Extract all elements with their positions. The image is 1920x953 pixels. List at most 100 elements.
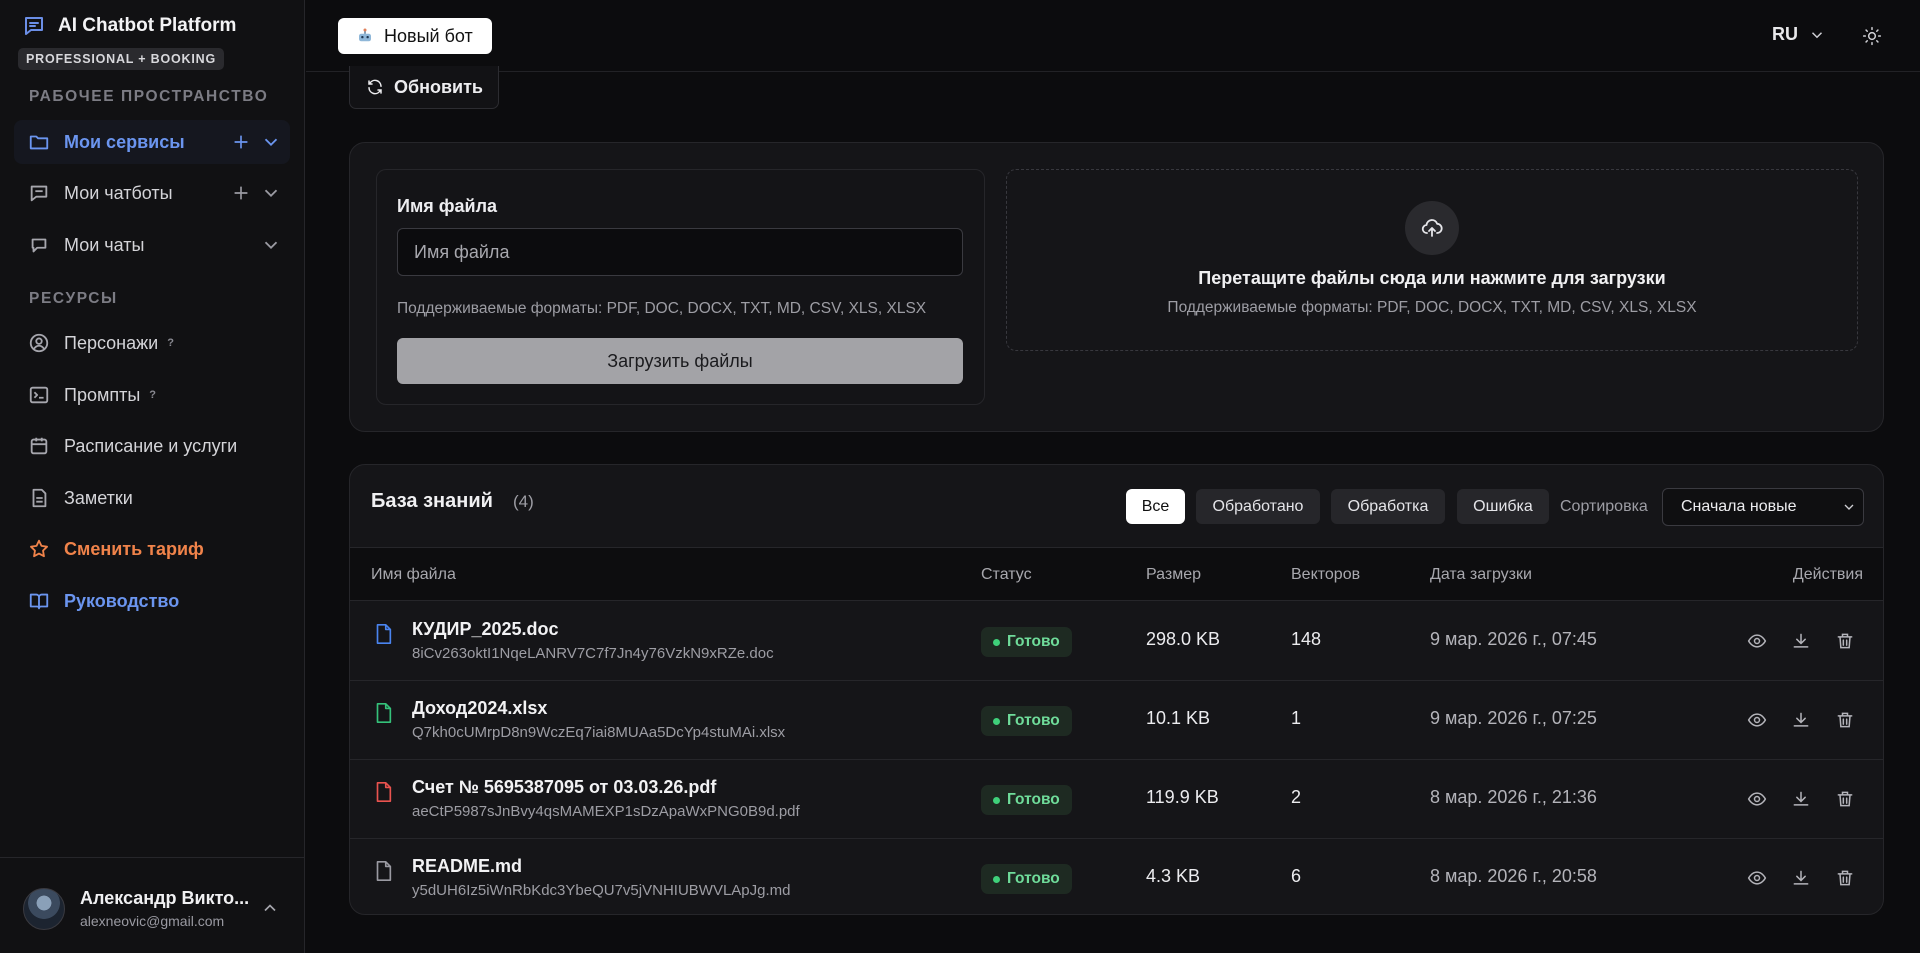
trash-icon[interactable]: [1835, 789, 1855, 809]
filter-processing[interactable]: Обработка: [1331, 489, 1445, 524]
note-icon: [28, 487, 50, 509]
status-dot-icon: [993, 717, 1000, 725]
plus-icon[interactable]: [230, 182, 252, 204]
download-icon[interactable]: [1791, 710, 1811, 730]
chevron-down-icon[interactable]: [260, 234, 282, 256]
sun-icon[interactable]: [1862, 26, 1882, 46]
file-icon: [372, 701, 394, 725]
sidebar-item-my-chats[interactable]: Мои чаты: [14, 223, 290, 267]
sidebar-item-schedule[interactable]: Расписание и услуги: [14, 424, 290, 468]
help-icon[interactable]: ?: [167, 337, 174, 349]
file-name[interactable]: README.md: [412, 856, 522, 877]
upload-date: 8 мар. 2026 г., 20:58: [1430, 866, 1597, 886]
file-name[interactable]: КУДИР_2025.doc: [412, 619, 559, 640]
file-name-label: Имя файла: [397, 196, 498, 216]
file-icon: [372, 622, 394, 646]
sidebar-item-notes[interactable]: Заметки: [14, 476, 290, 520]
status-badge: Готово: [981, 627, 1072, 657]
sidebar-item-label: Мои чаты: [64, 234, 145, 255]
trash-icon[interactable]: [1835, 710, 1855, 730]
chatbot-logo-icon: [22, 14, 46, 38]
plan-badge: PROFESSIONAL + BOOKING: [18, 48, 224, 70]
terminal-icon: [28, 384, 50, 406]
status-text: Готово: [1007, 791, 1060, 808]
upload-cloud-icon: [1405, 201, 1459, 255]
eye-icon[interactable]: [1747, 710, 1767, 730]
refresh-button[interactable]: Обновить: [349, 66, 499, 109]
brand[interactable]: AI Chatbot Platform: [22, 14, 236, 38]
folder-icon: [28, 131, 50, 153]
sidebar-item-label: Руководство: [64, 590, 180, 611]
sidebar: AI Chatbot Platform PROFESSIONAL + BOOKI…: [0, 0, 305, 953]
sort-value: Сначала новые: [1681, 498, 1797, 515]
download-icon[interactable]: [1791, 868, 1811, 888]
sidebar-item-label: Промпты: [64, 384, 141, 405]
knowledge-base-title: База знаний: [371, 490, 493, 512]
file-dropzone[interactable]: Перетащите файлы сюда или нажмите для за…: [1006, 169, 1858, 351]
calendar-icon: [28, 435, 50, 457]
new-bot-button[interactable]: Новый бот: [338, 18, 492, 54]
new-bot-label: Новый бот: [384, 25, 473, 46]
chevron-up-icon[interactable]: [260, 898, 280, 918]
person-circle-icon: [28, 332, 50, 354]
avatar: [23, 888, 65, 930]
file-size: 119.9 KB: [1146, 787, 1219, 807]
eye-icon[interactable]: [1747, 631, 1767, 651]
chat-icon: [28, 182, 50, 204]
status-dot-icon: [993, 638, 1000, 646]
vector-count: 2: [1291, 787, 1302, 807]
status-text: Готово: [1007, 870, 1060, 887]
filter-all[interactable]: Все: [1126, 489, 1185, 524]
file-icon: [372, 780, 394, 804]
download-icon[interactable]: [1791, 631, 1811, 651]
column-header-actions: Действия: [1792, 566, 1863, 583]
file-id: Q7kh0cUMrpD8n9WczEq7iai8MUAa5DcYp4stuMAi…: [412, 724, 786, 741]
user-menu[interactable]: Александр Викто... alexneovic@gmail.com: [0, 857, 305, 953]
trash-icon[interactable]: [1835, 868, 1855, 888]
filter-error[interactable]: Ошибка: [1457, 489, 1549, 524]
eye-icon[interactable]: [1747, 789, 1767, 809]
sidebar-item-label: Мои сервисы: [64, 131, 185, 152]
refresh-label: Обновить: [394, 76, 483, 97]
plus-icon[interactable]: [230, 131, 252, 153]
vector-count: 6: [1291, 866, 1302, 886]
column-header-upload-date: Дата загрузки: [1430, 566, 1532, 583]
file-name[interactable]: Доход2024.xlsx: [412, 698, 547, 719]
eye-icon[interactable]: [1747, 868, 1767, 888]
table-row: Счет № 5695387095 от 03.03.26.pdf aeCtP59…: [350, 760, 1883, 839]
filter-processed[interactable]: Обработано: [1196, 489, 1320, 524]
download-icon[interactable]: [1791, 789, 1811, 809]
sidebar-item-label: Заметки: [64, 487, 133, 508]
file-size: 10.1 KB: [1146, 708, 1211, 728]
status-badge: Готово: [981, 785, 1072, 815]
column-header-size: Размер: [1146, 566, 1201, 583]
status-badge: Готово: [981, 864, 1072, 894]
language-selector[interactable]: RU: [1772, 24, 1826, 45]
upload-card: Имя файла Поддерживаемые форматы: PDF, D…: [349, 142, 1884, 432]
help-icon[interactable]: ?: [149, 389, 156, 401]
sort-select[interactable]: Сначала новые: [1662, 488, 1864, 526]
sidebar-item-prompts[interactable]: Промпты ?: [14, 373, 290, 417]
sidebar-item-label: Мои чатботы: [64, 182, 173, 203]
sidebar-item-my-services[interactable]: Мои сервисы: [14, 120, 290, 164]
sidebar-item-characters[interactable]: Персонажи ?: [14, 321, 290, 365]
file-size: 298.0 KB: [1146, 629, 1221, 649]
chevron-down-icon[interactable]: [260, 182, 282, 204]
sidebar-item-my-chatbots[interactable]: Мои чатботы: [14, 171, 290, 215]
table-header: Имя файла Статус Размер Векторов Дата за…: [350, 547, 1883, 601]
sidebar-item-change-plan[interactable]: Сменить тариф: [14, 527, 290, 571]
sidebar-item-guide[interactable]: Руководство: [14, 579, 290, 623]
trash-icon[interactable]: [1835, 631, 1855, 651]
column-header-status: Статус: [981, 566, 1032, 583]
chat-bubble-icon: [28, 234, 50, 256]
column-header-vectors: Векторов: [1291, 566, 1361, 583]
status-text: Готово: [1007, 712, 1060, 729]
file-name[interactable]: Счет № 5695387095 от 03.03.26.pdf: [412, 777, 716, 798]
upload-date: 9 мар. 2026 г., 07:45: [1430, 629, 1597, 649]
chevron-down-icon[interactable]: [260, 131, 282, 153]
upload-files-button[interactable]: Загрузить файлы: [397, 338, 963, 384]
star-icon: [28, 538, 50, 560]
table-row: КУДИР_2025.doc 8iCv263oktI1NqeLANRV7C7f7J…: [350, 602, 1883, 681]
vector-count: 1: [1291, 708, 1302, 728]
file-name-input[interactable]: [397, 228, 963, 276]
